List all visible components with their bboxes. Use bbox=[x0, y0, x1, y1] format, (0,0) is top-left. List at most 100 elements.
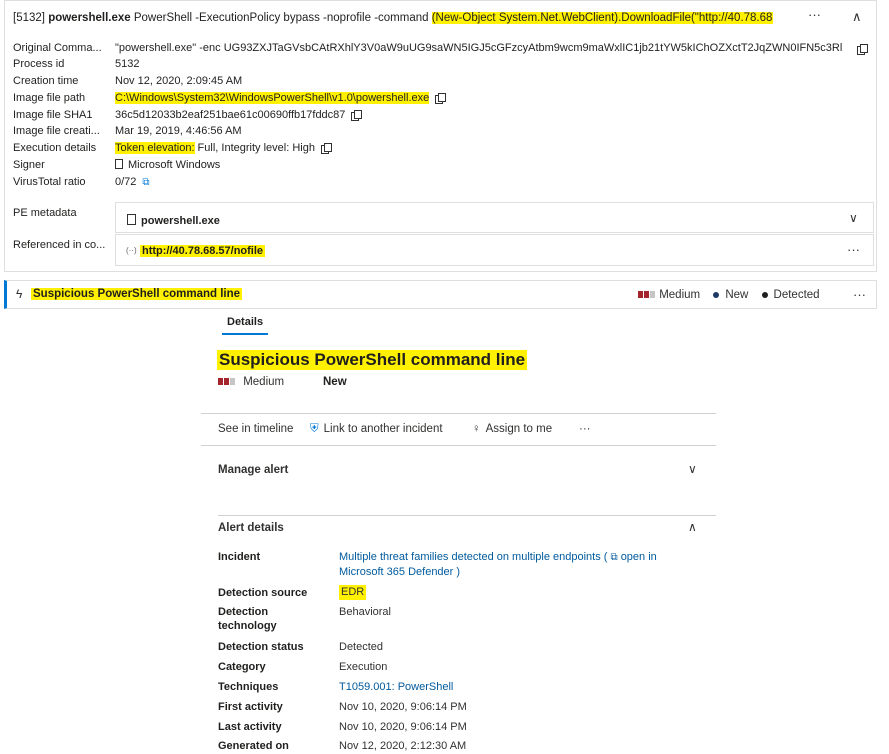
chevron-down-icon[interactable]: ∨ bbox=[849, 211, 858, 225]
pe-metadata-file: powershell.exe bbox=[127, 214, 220, 227]
techniques-label: Techniques bbox=[218, 681, 279, 693]
last-activity-value: Nov 10, 2020, 9:06:14 PM bbox=[339, 721, 467, 733]
process-panel: [5132] powershell.exe PowerShell -Execut… bbox=[4, 0, 877, 272]
pe-metadata-box[interactable]: powershell.exe ∨ bbox=[115, 202, 874, 233]
prop-label: Original Comma... bbox=[13, 42, 102, 54]
prop-value-wrap: Microsoft Windows bbox=[115, 157, 220, 173]
prop-label: Image file path bbox=[13, 92, 86, 104]
category-label: Category bbox=[218, 661, 266, 673]
file-icon bbox=[127, 214, 136, 225]
prop-label: Creation time bbox=[13, 75, 79, 87]
tab-details[interactable]: Details bbox=[227, 316, 263, 328]
divider bbox=[201, 445, 716, 446]
manage-alert-header[interactable]: Manage alert bbox=[218, 464, 288, 476]
detection-status-value: Detected bbox=[339, 641, 384, 653]
copy-icon[interactable] bbox=[351, 110, 363, 121]
detection-technology-label-2: technology bbox=[218, 620, 277, 632]
prop-label: Process id bbox=[13, 58, 65, 70]
prop-label: Image file SHA1 bbox=[13, 109, 93, 121]
copy-icon[interactable] bbox=[320, 143, 332, 154]
divider bbox=[201, 413, 716, 414]
details-status: New bbox=[323, 376, 347, 388]
detection-technology-label: Detection technology bbox=[218, 605, 277, 633]
network-icon: (··) bbox=[126, 246, 137, 255]
lightning-icon: ϟ bbox=[16, 287, 23, 301]
techniques-value[interactable]: T1059.001: PowerShell bbox=[339, 680, 453, 695]
details-severity-label: Medium bbox=[243, 376, 285, 389]
chevron-up-icon[interactable]: ∧ bbox=[688, 520, 697, 534]
copy-icon[interactable] bbox=[857, 44, 868, 55]
prop-label: Signer bbox=[13, 159, 45, 171]
link-incident-button[interactable]: ⛨ Link to another incident bbox=[310, 423, 443, 436]
shield-icon: ⛨ bbox=[310, 423, 319, 435]
prop-image-path: Image file path C:\Windows\System32\Wind… bbox=[13, 90, 513, 106]
assign-to-me-button[interactable]: ♀ Assign to me bbox=[472, 423, 552, 435]
prop-value: Nov 12, 2020, 2:09:45 AM bbox=[115, 75, 243, 87]
prop-original-command: Original Comma... "powershell.exe" -enc … bbox=[13, 40, 873, 56]
category-value: Execution bbox=[339, 661, 388, 673]
prop-value-wrap: Token elevation: Full, Integrity level: … bbox=[115, 140, 332, 156]
prop-value-wrap: C:\Windows\System32\WindowsPowerShell\v1… bbox=[115, 90, 447, 106]
process-command-highlight: (New-Object System.Net.WebClient).Downlo… bbox=[431, 12, 773, 24]
open-in-link[interactable]: open in bbox=[621, 551, 657, 563]
process-pid: [5132] bbox=[13, 12, 45, 24]
referenced-box[interactable]: (··) http://40.78.68.57/nofile ··· bbox=[115, 234, 874, 266]
external-link-icon[interactable]: ⧉ bbox=[142, 175, 149, 191]
severity-bar-2 bbox=[224, 378, 229, 385]
external-link-icon[interactable]: ⧉ bbox=[610, 552, 617, 563]
process-command: PowerShell -ExecutionPolicy bypass -nopr… bbox=[133, 12, 432, 24]
prop-value: 36c5d12033b2eaf251bae61c00690ffb17fddc87 bbox=[115, 109, 346, 121]
copy-icon[interactable] bbox=[435, 93, 447, 104]
alert-meta: Medium New Detected bbox=[638, 289, 820, 301]
alert-title[interactable]: Suspicious PowerShell command line bbox=[31, 288, 243, 300]
referenced-url[interactable]: http://40.78.68.57/nofile bbox=[140, 245, 266, 257]
incident-link[interactable]: Multiple threat families detected on mul… bbox=[339, 551, 607, 563]
prop-value: Full, Integrity level: High bbox=[194, 142, 315, 154]
alert-details-header[interactable]: Alert details bbox=[218, 522, 284, 534]
referenced-more-button[interactable]: ··· bbox=[847, 242, 860, 257]
detection-source-label: Detection source bbox=[218, 587, 308, 599]
pe-metadata-value: powershell.exe bbox=[141, 215, 220, 227]
alert-severity: Medium bbox=[659, 289, 701, 302]
see-in-timeline-button[interactable]: See in timeline bbox=[218, 423, 293, 435]
process-name: powershell.exe bbox=[48, 12, 131, 24]
prop-label: VirusTotal ratio bbox=[13, 176, 86, 188]
process-header[interactable]: [5132] powershell.exe PowerShell -Execut… bbox=[13, 12, 773, 24]
person-icon: ♀ bbox=[472, 423, 481, 435]
detection-technology-label-1: Detection bbox=[218, 606, 269, 618]
first-activity-label: First activity bbox=[218, 701, 283, 713]
details-severity: Medium bbox=[218, 376, 284, 388]
certificate-icon bbox=[115, 159, 123, 169]
detection-source-value: EDR bbox=[339, 585, 367, 600]
severity-icon bbox=[638, 289, 656, 301]
prop-label: Execution details bbox=[13, 142, 97, 154]
prop-value: 0/72 bbox=[115, 176, 137, 188]
assign-label: Assign to me bbox=[485, 423, 553, 435]
incident-value: Multiple threat families detected on mul… bbox=[339, 550, 709, 580]
tab-details-underline bbox=[222, 333, 268, 335]
process-more-button[interactable]: ··· bbox=[808, 7, 821, 22]
actions-more-button[interactable]: ··· bbox=[579, 423, 591, 435]
alert-row[interactable]: ϟ Suspicious PowerShell command line Med… bbox=[4, 280, 877, 309]
process-collapse-button[interactable]: ∧ bbox=[852, 9, 862, 25]
severity-icon bbox=[218, 376, 236, 388]
severity-bar-2 bbox=[644, 291, 649, 298]
prop-value: "powershell.exe" -enc UG93ZXJTaGVsbCAtRX… bbox=[115, 42, 843, 54]
prop-label: Image file creati... bbox=[13, 125, 100, 137]
referenced-label: Referenced in co... bbox=[13, 239, 106, 251]
prop-value-wrap: 36c5d12033b2eaf251bae61c00690ffb17fddc87 bbox=[115, 107, 363, 123]
link-incident-label: Link to another incident bbox=[323, 423, 443, 435]
severity-bar-1 bbox=[638, 291, 643, 298]
severity-bar-1 bbox=[218, 378, 223, 385]
alert-detection-status: Detected bbox=[773, 289, 820, 302]
token-elevation-label: Token elevation: bbox=[115, 142, 195, 154]
chevron-down-icon[interactable]: ∨ bbox=[688, 462, 697, 476]
incident-link-2[interactable]: Microsoft 365 Defender ) bbox=[339, 566, 460, 578]
status-dot-icon bbox=[713, 292, 720, 298]
alert-more-button[interactable]: ··· bbox=[853, 287, 866, 302]
severity-bar-3 bbox=[650, 291, 655, 298]
incident-label: Incident bbox=[218, 551, 261, 563]
generated-on-value: Nov 12, 2020, 2:12:30 AM bbox=[339, 740, 467, 752]
prop-sha1: Image file SHA1 36c5d12033b2eaf251bae61c… bbox=[13, 107, 513, 123]
prop-value: 5132 bbox=[115, 58, 140, 70]
